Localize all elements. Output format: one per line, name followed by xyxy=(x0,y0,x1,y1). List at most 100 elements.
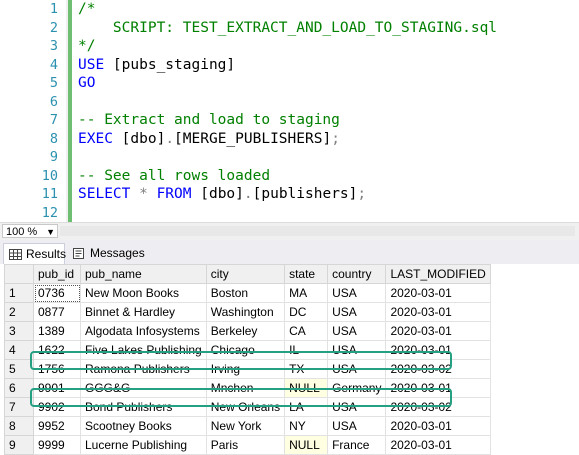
column-header[interactable]: city xyxy=(205,264,286,284)
code-token: [dbo] xyxy=(121,130,166,147)
table-cell: 2020-03-01 xyxy=(385,435,491,455)
line-number: 1 xyxy=(49,1,58,17)
line-number: 8 xyxy=(49,130,58,147)
row-number: 3 xyxy=(4,321,34,341)
code-line[interactable]: 3 */ xyxy=(0,37,579,56)
table-cell: 2020-03-01 xyxy=(385,416,491,436)
code-line[interactable]: 8 EXEC [dbo].[MERGE_PUBLISHERS]; xyxy=(0,130,579,149)
messages-icon xyxy=(73,248,84,259)
code-token: USE xyxy=(78,56,113,73)
table-cell: CA xyxy=(284,321,329,341)
row-number: 1 xyxy=(4,283,34,303)
table-cell: Boston xyxy=(205,283,286,303)
row-number: 2 xyxy=(4,302,34,322)
zoom-value: 100 % xyxy=(6,226,38,238)
table-cell: 2020-03-01 xyxy=(385,283,491,303)
code-text: SELECT * FROM [dbo].[publishers]; xyxy=(78,185,366,204)
code-line[interactable]: 5 GO xyxy=(0,74,579,93)
code-line[interactable]: 4 USE [pubs_staging] xyxy=(0,56,579,75)
code-token: . xyxy=(243,186,253,202)
grid-icon xyxy=(9,249,22,260)
sql-editor[interactable]: 1 /* 2 SCRIPT: TEST_EXTRACT_AND_LOAD_TO_ST… xyxy=(0,0,579,222)
code-token: */ xyxy=(78,38,96,54)
table-cell: New York xyxy=(205,416,286,436)
table-cell: USA xyxy=(327,416,387,436)
line-number: 5 xyxy=(49,75,58,91)
code-line[interactable]: 1 /* xyxy=(0,0,579,19)
horizontal-scrollbar[interactable] xyxy=(60,226,575,236)
code-line[interactable]: 2 SCRIPT: TEST_EXTRACT_AND_LOAD_TO_STAGI… xyxy=(0,19,579,38)
code-token: FROM xyxy=(156,186,201,202)
table-cell: DC xyxy=(284,302,329,322)
column-header[interactable]: pub_id xyxy=(33,264,81,284)
code-line[interactable]: 9 xyxy=(0,148,579,167)
code-text: GO xyxy=(78,74,95,93)
highlight-row-5 xyxy=(30,351,452,370)
table-cell: 9952 xyxy=(33,416,81,436)
line-number: 9 xyxy=(49,149,58,165)
line-number: 12 xyxy=(41,204,58,221)
grid-corner[interactable] xyxy=(4,264,34,284)
results-grid[interactable]: pub_id pub_name city state country LAST_MODIF… xyxy=(0,264,579,455)
line-number: 11 xyxy=(41,186,58,202)
code-line[interactable]: 7 -- Extract and load to staging xyxy=(0,111,579,130)
column-header[interactable]: state xyxy=(284,264,329,284)
code-token: [pubs_staging] xyxy=(112,56,236,73)
code-token: [MERGE_PUBLISHERS] xyxy=(174,130,332,147)
line-number: 2 xyxy=(49,19,58,36)
code-token: SCRIPT: TEST_EXTRACT_AND_LOAD_TO_STAGING… xyxy=(78,19,498,36)
code-token: /* xyxy=(78,1,96,17)
table-cell: Washington xyxy=(205,302,286,322)
tab-results-label: Results xyxy=(26,247,67,261)
table-cell: France xyxy=(327,435,387,455)
code-token: -- Extract and load to staging xyxy=(78,112,340,128)
table-row[interactable]: 9 9999 Lucerne Publishing Paris NULL France 20… xyxy=(4,435,491,455)
code-line[interactable]: 12 xyxy=(0,204,579,223)
column-header[interactable]: country xyxy=(327,264,387,284)
code-line[interactable]: 6 xyxy=(0,93,579,112)
zoom-dropdown[interactable]: 100 % ▼ xyxy=(2,224,58,238)
line-number: 6 xyxy=(49,93,58,110)
code-text: EXEC [dbo].[MERGE_PUBLISHERS]; xyxy=(78,130,340,149)
table-cell: 2020-03-01 xyxy=(385,302,491,322)
table-cell: 9999 xyxy=(33,435,81,455)
table-cell: NY xyxy=(284,416,329,436)
chevron-down-icon: ▼ xyxy=(46,227,55,237)
code-text: -- See all rows loaded xyxy=(78,167,270,186)
code-text: USE [pubs_staging] xyxy=(78,56,235,75)
table-row[interactable]: 8 9952 Scootney Books New York NY USA 2020-03-… xyxy=(4,416,491,436)
code-token: ; xyxy=(331,130,340,147)
column-header[interactable]: pub_name xyxy=(80,264,207,284)
table-row[interactable]: 2 0877 Binnet & Hardley Washington DC USA 2020… xyxy=(4,302,491,322)
editor-status-bar: 100 % ▼ xyxy=(0,222,579,240)
code-token: . xyxy=(165,130,175,147)
table-cell: Lucerne Publishing xyxy=(80,435,207,455)
code-text: -- Extract and load to staging xyxy=(78,111,340,130)
column-header[interactable]: LAST_MODIFIED xyxy=(385,264,491,284)
code-line[interactable]: 11 SELECT * FROM [dbo].[publishers]; xyxy=(0,185,579,204)
table-cell: New Moon Books xyxy=(80,283,207,303)
table-cell: Scootney Books xyxy=(80,416,207,436)
table-cell: MA xyxy=(284,283,329,303)
code-token: * xyxy=(139,186,157,202)
table-cell: NULL xyxy=(284,435,329,455)
table-cell: 2020-03-01 xyxy=(385,321,491,341)
code-text: */ xyxy=(78,37,95,56)
table-cell: Binnet & Hardley xyxy=(80,302,207,322)
results-tab-bar: Results Messages xyxy=(0,240,579,265)
highlight-row-7 xyxy=(30,388,452,407)
code-line[interactable]: 10 -- See all rows loaded xyxy=(0,167,579,186)
line-number: 4 xyxy=(49,56,58,73)
row-number: 8 xyxy=(4,416,34,436)
table-cell: USA xyxy=(327,302,387,322)
table-cell: Paris xyxy=(205,435,286,455)
tab-messages[interactable]: Messages xyxy=(68,243,145,264)
code-token: GO xyxy=(78,75,96,91)
table-row[interactable]: 3 1389 Algodata Infosystems Berkeley CA USA 20… xyxy=(4,321,491,341)
tab-results[interactable]: Results xyxy=(3,243,67,264)
table-row[interactable]: 1 0736 New Moon Books Boston MA USA 2020-03-01 xyxy=(4,283,491,303)
table-cell: Berkeley xyxy=(205,321,286,341)
line-number: 3 xyxy=(49,38,58,54)
tab-messages-label: Messages xyxy=(90,246,145,260)
code-token: [dbo] xyxy=(200,186,244,202)
